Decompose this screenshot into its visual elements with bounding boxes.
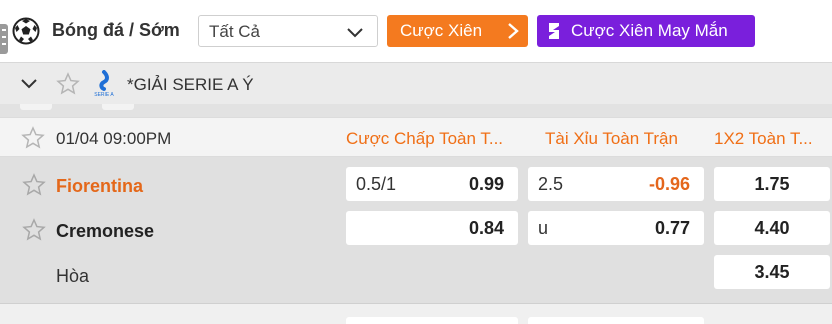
column-header-over-under: Tài Xỉu Toàn Trận — [545, 129, 678, 148]
parlay-button[interactable]: Cược Xiên — [387, 15, 528, 47]
next-row-cell[interactable] — [346, 317, 518, 324]
under-odds-button[interactable]: u 0.77 — [528, 211, 704, 245]
column-header-handicap: Cược Chấp Toàn T... — [346, 129, 504, 148]
1x2-draw-odds: 3.45 — [754, 262, 790, 282]
market-filter-value: Tất Cả — [209, 22, 261, 41]
parlay-button-label: Cược Xiên — [400, 21, 483, 40]
sport-title: Bóng đá / Sớm — [52, 20, 180, 40]
match-datetime: 01/04 09:00PM — [56, 129, 172, 148]
match-odds-body: Fiorentina Cremonese Hòa 0.5/1 0.99 0.84… — [0, 157, 832, 303]
away-team-name: Cremonese — [56, 221, 155, 241]
next-market-row — [0, 303, 832, 324]
lucky-parlay-button[interactable]: Cược Xiên May Mắn — [537, 15, 755, 47]
handicap-home-odds-button[interactable]: 0.5/1 0.99 — [346, 167, 518, 201]
match-header: 01/04 09:00PM Cược Chấp Toàn T... Tài Xỉ… — [0, 117, 832, 157]
star-icon[interactable] — [22, 173, 46, 197]
top-bar: Bóng đá / Sớm Tất Cả Cược Xiên Cược Xiên… — [0, 0, 832, 62]
chevron-down-icon — [347, 28, 363, 38]
lucky-parlay-icon — [549, 23, 559, 39]
over-odds: -0.96 — [648, 174, 690, 194]
soccer-ball-icon — [12, 17, 40, 45]
lucky-parlay-button-label: Cược Xiên May Mắn — [571, 21, 728, 40]
next-row-cell[interactable] — [528, 317, 704, 324]
home-team-name: Fiorentina — [56, 176, 144, 196]
over-odds-button[interactable]: 2.5 -0.96 — [528, 167, 704, 201]
handicap-line: 0.5/1 — [356, 174, 397, 194]
hidden-row-edge — [20, 104, 52, 110]
draw-label: Hòa — [56, 266, 90, 286]
handicap-away-odds: 0.84 — [468, 218, 504, 238]
star-icon[interactable] — [22, 218, 46, 242]
home-team: Fiorentina — [22, 173, 144, 197]
serie-a-logo-icon: SERIE A — [94, 70, 114, 98]
handicap-home-odds: 0.99 — [468, 174, 504, 194]
under-label: u — [538, 218, 549, 238]
1x2-away-odds-button[interactable]: 4.40 — [714, 211, 830, 245]
column-header-1x2: 1X2 Toàn T... — [714, 129, 813, 148]
market-filter-select[interactable]: Tất Cả — [198, 15, 378, 47]
away-team: Cremonese — [22, 218, 155, 242]
hidden-row-edge — [102, 104, 134, 110]
1x2-home-odds-button[interactable]: 1.75 — [714, 167, 830, 201]
side-panel-handle[interactable] — [0, 24, 8, 54]
favorite-match-star-icon[interactable] — [21, 126, 45, 150]
league-name: *GIẢI SERIE A Ý — [127, 75, 254, 94]
svg-text:SERIE A: SERIE A — [94, 92, 114, 98]
collapse-chevron-icon[interactable] — [20, 76, 38, 92]
chevron-right-icon — [508, 23, 519, 39]
1x2-draw-odds-button[interactable]: 3.45 — [714, 255, 830, 289]
handicap-away-odds-button[interactable]: 0.84 — [346, 211, 518, 245]
over-under-line: 2.5 — [538, 174, 564, 194]
under-odds: 0.77 — [654, 218, 690, 238]
sportsbook-panel: Bóng đá / Sớm Tất Cả Cược Xiên Cược Xiên… — [0, 0, 832, 324]
league-header[interactable]: SERIE A *GIẢI SERIE A Ý — [0, 62, 832, 104]
1x2-away-odds: 4.40 — [754, 218, 790, 238]
1x2-home-odds: 1.75 — [754, 174, 790, 194]
favorite-league-star-icon[interactable] — [56, 72, 80, 96]
